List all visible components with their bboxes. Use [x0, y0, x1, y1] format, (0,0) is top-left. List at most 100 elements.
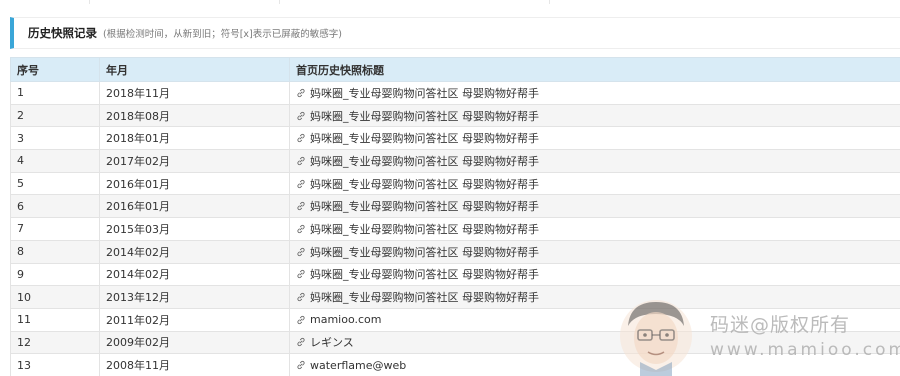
table-row: 11 2011年02月 mamioo.com	[10, 307, 900, 332]
table-row: 10 2013年12月 妈咪圈_专业母婴购物问答社区 母婴购物好帮手	[10, 285, 900, 309]
row-date: 2009年02月	[99, 330, 290, 355]
row-date: 2008年11月	[99, 353, 290, 376]
row-title-wrapper: 妈咪圈_专业母婴购物问答社区 母婴购物好帮手	[296, 198, 894, 214]
row-title-wrapper: 妈咪圈_专业母婴购物问答社区 母婴购物好帮手	[296, 221, 894, 237]
row-title-wrapper: 妈咪圈_专业母婴购物问答社区 母婴购物好帮手	[296, 108, 894, 124]
link-icon	[297, 247, 305, 256]
row-title-cell: 妈咪圈_专业母婴购物问答社区 母婴购物好帮手	[289, 217, 900, 241]
snapshot-title-link[interactable]: 妈咪圈_专业母婴购物问答社区 母婴购物好帮手	[310, 108, 539, 124]
row-title-wrapper: 妈咪圈_专业母婴购物问答社区 母婴购物好帮手	[296, 266, 894, 282]
row-title-wrapper: mamioo.com	[296, 313, 894, 326]
table-row: 1 2018年11月 妈咪圈_专业母婴购物问答社区 母婴购物好帮手	[10, 81, 900, 105]
row-index: 6	[10, 194, 100, 219]
table-row: 8 2014年02月 妈咪圈_专业母婴购物问答社区 母婴购物好帮手	[10, 239, 900, 264]
link-icon	[297, 111, 305, 120]
snapshot-title-link[interactable]: 妈咪圈_专业母婴购物问答社区 母婴购物好帮手	[310, 85, 539, 101]
row-date: 2014年02月	[99, 262, 290, 287]
row-title-cell: 妈咪圈_专业母婴购物问答社区 母婴购物好帮手	[289, 239, 900, 264]
link-icon	[297, 224, 305, 234]
snapshot-title-link[interactable]: 妈咪圈_专业母婴购物问答社区 母婴购物好帮手	[310, 198, 539, 214]
top-strip	[0, 0, 900, 4]
row-title-wrapper: 妈咪圈_专业母婴购物问答社区 母婴购物好帮手	[296, 153, 894, 169]
row-index: 4	[10, 149, 100, 173]
column-header-index: 序号	[10, 57, 100, 82]
table-row: 6 2016年01月 妈咪圈_专业母婴购物问答社区 母婴购物好帮手	[10, 194, 900, 219]
snapshot-section-header: 历史快照记录 (根据检测时间，从新到旧；符号[x]表示已屏蔽的敏感字)	[10, 17, 900, 49]
link-icon	[297, 134, 305, 143]
row-index: 8	[10, 239, 100, 264]
row-date: 2018年11月	[99, 81, 290, 105]
row-date: 2018年01月	[99, 126, 290, 151]
row-title-cell: 妈咪圈_专业母婴购物问答社区 母婴购物好帮手	[289, 126, 900, 151]
link-icon	[297, 156, 305, 165]
table-row: 9 2014年02月 妈咪圈_专业母婴购物问答社区 母婴购物好帮手	[10, 262, 900, 287]
row-title-cell: 妈咪圈_专业母婴购物问答社区 母婴购物好帮手	[289, 194, 900, 219]
row-title-cell: 妈咪圈_专业母婴购物问答社区 母婴购物好帮手	[289, 81, 900, 105]
link-icon	[297, 292, 305, 302]
snapshot-title-link[interactable]: 妈咪圈_专业母婴购物问答社区 母婴购物好帮手	[310, 266, 539, 282]
row-date: 2016年01月	[99, 171, 290, 196]
row-date: 2011年02月	[99, 307, 290, 332]
table-row: 7 2015年03月 妈咪圈_专业母婴购物问答社区 母婴购物好帮手	[10, 217, 900, 241]
link-icon	[297, 315, 305, 324]
table-row: 5 2016年01月 妈咪圈_专业母婴购物问答社区 母婴购物好帮手	[10, 171, 900, 196]
row-index: 1	[10, 81, 100, 105]
link-icon	[297, 88, 305, 97]
snapshot-title-link[interactable]: 妈咪圈_专业母婴购物问答社区 母婴购物好帮手	[310, 176, 539, 192]
row-title-cell: waterflame@web	[289, 353, 900, 376]
row-title-wrapper: 妈咪圈_专业母婴购物问答社区 母婴购物好帮手	[296, 176, 894, 192]
link-icon	[297, 361, 305, 370]
snapshot-title-link[interactable]: 妈咪圈_专业母婴购物问答社区 母婴购物好帮手	[310, 221, 539, 237]
table-row: 3 2018年01月 妈咪圈_专业母婴购物问答社区 母婴购物好帮手	[10, 126, 900, 151]
row-date: 2014年02月	[99, 239, 290, 264]
row-index: 11	[10, 307, 100, 332]
row-title-cell: レギンス	[289, 330, 900, 355]
link-icon	[297, 270, 305, 279]
column-header-date: 年月	[99, 57, 290, 82]
row-index: 13	[10, 353, 100, 376]
snapshot-title-link[interactable]: レギンス	[310, 334, 354, 350]
row-index: 5	[10, 171, 100, 196]
snapshot-table: 序号 年月 首页历史快照标题 1 2018年11月 妈咪圈_专业母婴购物问答社区 母…	[10, 57, 900, 376]
table-row: 12 2009年02月 レギンス	[10, 330, 900, 355]
table-header-row: 序号 年月 首页历史快照标题	[10, 57, 900, 82]
link-icon	[297, 179, 305, 188]
snapshot-title-link[interactable]: 妈咪圈_专业母婴购物问答社区 母婴购物好帮手	[310, 153, 539, 169]
row-index: 7	[10, 217, 100, 241]
snapshot-title-link[interactable]: 妈咪圈_专业母婴购物问答社区 母婴购物好帮手	[310, 244, 539, 260]
row-title-cell: 妈咪圈_专业母婴购物问答社区 母婴购物好帮手	[289, 285, 900, 309]
row-title-cell: 妈咪圈_专业母婴购物问答社区 母婴购物好帮手	[289, 171, 900, 196]
section-title: 历史快照记录	[28, 26, 97, 40]
row-date: 2013年12月	[99, 285, 290, 309]
row-index: 3	[10, 126, 100, 151]
snapshot-title-link[interactable]: 妈咪圈_专业母婴购物问答社区 母婴购物好帮手	[310, 289, 539, 305]
table-row: 2 2018年08月 妈咪圈_专业母婴购物问答社区 母婴购物好帮手	[10, 103, 900, 128]
row-title-cell: 妈咪圈_专业母婴购物问答社区 母婴购物好帮手	[289, 149, 900, 173]
column-header-title: 首页历史快照标题	[289, 57, 900, 82]
row-title-wrapper: 妈咪圈_专业母婴购物问答社区 母婴购物好帮手	[296, 130, 894, 146]
snapshot-title-link[interactable]: 妈咪圈_专业母婴购物问答社区 母婴购物好帮手	[310, 130, 539, 146]
table-row: 4 2017年02月 妈咪圈_专业母婴购物问答社区 母婴购物好帮手	[10, 149, 900, 173]
row-title-wrapper: waterflame@web	[296, 359, 894, 372]
row-index: 12	[10, 330, 100, 355]
row-title-cell: mamioo.com	[289, 307, 900, 332]
row-title-wrapper: レギンス	[296, 334, 894, 350]
row-title-wrapper: 妈咪圈_专业母婴购物问答社区 母婴购物好帮手	[296, 289, 894, 305]
row-title-cell: 妈咪圈_专业母婴购物问答社区 母婴购物好帮手	[289, 103, 900, 128]
row-date: 2017年02月	[99, 149, 290, 173]
row-title-wrapper: 妈咪圈_专业母婴购物问答社区 母婴购物好帮手	[296, 244, 894, 260]
row-index: 9	[10, 262, 100, 287]
row-index: 10	[10, 285, 100, 309]
link-icon	[297, 338, 305, 347]
row-date: 2018年08月	[99, 103, 290, 128]
row-title-wrapper: 妈咪圈_专业母婴购物问答社区 母婴购物好帮手	[296, 85, 894, 101]
row-index: 2	[10, 103, 100, 128]
table-row: 13 2008年11月 waterflame@web	[10, 353, 900, 376]
row-date: 2016年01月	[99, 194, 290, 219]
snapshot-title-link[interactable]: mamioo.com	[310, 313, 381, 326]
row-title-cell: 妈咪圈_专业母婴购物问答社区 母婴购物好帮手	[289, 262, 900, 287]
section-note: (根据检测时间，从新到旧；符号[x]表示已屏蔽的敏感字)	[103, 29, 342, 40]
snapshot-title-link[interactable]: waterflame@web	[310, 359, 406, 372]
row-date: 2015年03月	[99, 217, 290, 241]
link-icon	[297, 202, 305, 211]
